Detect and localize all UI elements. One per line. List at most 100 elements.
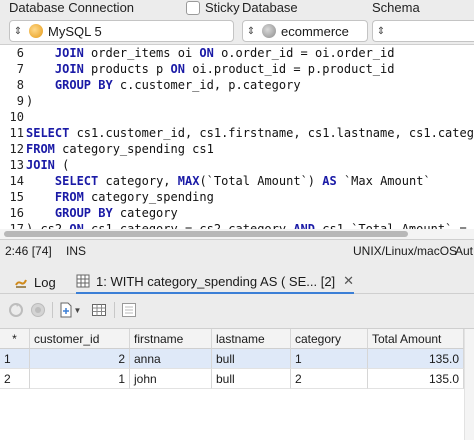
- insert-mode: INS: [66, 244, 87, 258]
- sql-keyword: JOIN: [54, 46, 84, 60]
- cursor-position: 2:46 [74]: [5, 244, 52, 258]
- code-text: GROUP BY c.customer_id, p.category: [26, 77, 301, 93]
- column-header[interactable]: category: [291, 329, 368, 349]
- table-cell[interactable]: 135.0: [368, 369, 464, 389]
- database-icon: [262, 24, 276, 38]
- result-grid[interactable]: * customer_id firstname lastname categor…: [0, 328, 474, 440]
- table-cell[interactable]: anna: [130, 349, 212, 369]
- code-text: JOIN (: [26, 157, 69, 173]
- column-header[interactable]: Total Amount: [368, 329, 464, 349]
- line-number: 8: [16, 78, 24, 92]
- table-cell[interactable]: john: [130, 369, 212, 389]
- code-token: c.customer_id, p.category: [112, 78, 301, 92]
- code-token: `Max Amount`: [336, 174, 431, 188]
- refresh-icon: [9, 303, 23, 317]
- scrollbar-thumb[interactable]: [4, 231, 408, 237]
- sql-keyword: ON: [199, 46, 214, 60]
- column-header[interactable]: customer_id: [30, 329, 130, 349]
- line-endings[interactable]: UNIX/Linux/macOS: [353, 244, 457, 258]
- code-text: JOIN order_items oi ON o.order_id = oi.o…: [26, 45, 395, 61]
- table-row[interactable]: 2 1 john bull 2 135.0: [0, 369, 474, 389]
- sql-editor[interactable]: 6 JOIN order_items oi ON o.order_id = oi…: [0, 44, 474, 240]
- line-number: 10: [9, 110, 24, 124]
- toolbar-separator: [52, 302, 53, 318]
- close-icon[interactable]: ✕: [343, 273, 354, 289]
- code-line[interactable]: 10: [0, 109, 474, 125]
- table-cell[interactable]: 2: [30, 349, 130, 369]
- encoding[interactable]: Aut: [455, 244, 473, 258]
- code-line[interactable]: 12 FROM category_spending cs1: [0, 141, 474, 157]
- row-index[interactable]: 1: [0, 349, 30, 369]
- chevron-updown-icon: ⇕: [376, 25, 386, 37]
- code-line[interactable]: 6 JOIN order_items oi ON o.order_id = oi…: [0, 45, 474, 61]
- tab-label: Log: [34, 274, 56, 290]
- table-cell[interactable]: 135.0: [368, 349, 464, 369]
- table-cell[interactable]: 2: [291, 369, 368, 389]
- chevron-updown-icon: ⇕: [13, 25, 23, 37]
- code-line[interactable]: 9): [0, 93, 474, 109]
- column-header[interactable]: firstname: [130, 329, 212, 349]
- line-number: 14: [9, 174, 24, 188]
- refresh-button[interactable]: [7, 301, 25, 319]
- code-line[interactable]: 8 GROUP BY c.customer_id, p.category: [0, 77, 474, 93]
- sql-keyword: FROM: [26, 142, 55, 156]
- connection-select[interactable]: ⇕ MySQL 5: [9, 20, 234, 42]
- table-cell[interactable]: 1: [30, 369, 130, 389]
- code-line[interactable]: 11 SELECT cs1.customer_id, cs1.firstname,…: [0, 125, 474, 141]
- result-toolbar: ▼: [0, 296, 474, 324]
- row-index[interactable]: 2: [0, 369, 30, 389]
- log-icon: [15, 279, 27, 288]
- export-button[interactable]: ▼: [57, 301, 83, 319]
- code-line[interactable]: 13 JOIN (: [0, 157, 474, 173]
- database-select[interactable]: ⇕ ecommerce: [242, 20, 368, 42]
- sticky-checkbox[interactable]: [186, 1, 200, 15]
- code-text: SELECT category, MAX(`Total Amount`) AS …: [26, 173, 431, 189]
- sort-icon: [122, 303, 136, 317]
- table-row[interactable]: 1 2 anna bull 1 135.0: [0, 349, 474, 369]
- sort-button[interactable]: [120, 301, 138, 319]
- code-line[interactable]: 7 JOIN products p ON oi.product_id = p.p…: [0, 61, 474, 77]
- chevron-down-icon: ▼: [73, 305, 82, 315]
- corner-cell[interactable]: *: [0, 329, 30, 349]
- code-token: (: [54, 158, 70, 172]
- code-token: category,: [98, 174, 178, 188]
- code-line[interactable]: 15 FROM category_spending: [0, 189, 474, 205]
- table-cell[interactable]: 1: [291, 349, 368, 369]
- toolbar-separator: [114, 302, 115, 318]
- stop-icon: [31, 303, 45, 317]
- sql-keyword: MAX: [177, 174, 200, 188]
- status-bar: 2:46 [74] INS UNIX/Linux/macOS Aut: [0, 240, 474, 262]
- line-number: 13: [9, 158, 24, 172]
- table-cell[interactable]: bull: [212, 349, 291, 369]
- sql-keyword: SELECT: [54, 174, 99, 188]
- schema-select[interactable]: ⇕: [372, 20, 474, 42]
- code-token: category_spending: [83, 190, 214, 204]
- tab-log[interactable]: Log: [14, 270, 56, 294]
- code-text: FROM category_spending cs1: [26, 141, 214, 157]
- horizontal-scrollbar[interactable]: [0, 229, 474, 239]
- line-number: 16: [9, 206, 24, 220]
- tab-result-1[interactable]: 1: WITH category_spending AS ( SE... [2]…: [76, 270, 355, 294]
- column-header[interactable]: lastname: [212, 329, 291, 349]
- connection-value: MySQL 5: [48, 23, 102, 39]
- table-cell[interactable]: bull: [212, 369, 291, 389]
- code-line[interactable]: 16 GROUP BY category: [0, 205, 474, 221]
- chevron-updown-icon: ⇕: [246, 25, 256, 37]
- code-line[interactable]: 14 SELECT category, MAX(`Total Amount`) …: [0, 173, 474, 189]
- stop-button[interactable]: [29, 301, 47, 319]
- filter-button[interactable]: [90, 301, 108, 319]
- grid-icon: [76, 274, 90, 288]
- code-text: ): [26, 93, 33, 109]
- vertical-scrollbar[interactable]: [464, 329, 474, 440]
- mysql-icon: [29, 24, 43, 38]
- database-value: ecommerce: [281, 23, 349, 39]
- code-text: GROUP BY category: [26, 205, 178, 221]
- sql-keyword: JOIN: [26, 158, 55, 172]
- database-connection-label: Database Connection: [9, 0, 135, 15]
- code-token: category: [112, 206, 178, 220]
- line-number: 12: [9, 142, 24, 156]
- schema-label: Schema: [372, 0, 420, 15]
